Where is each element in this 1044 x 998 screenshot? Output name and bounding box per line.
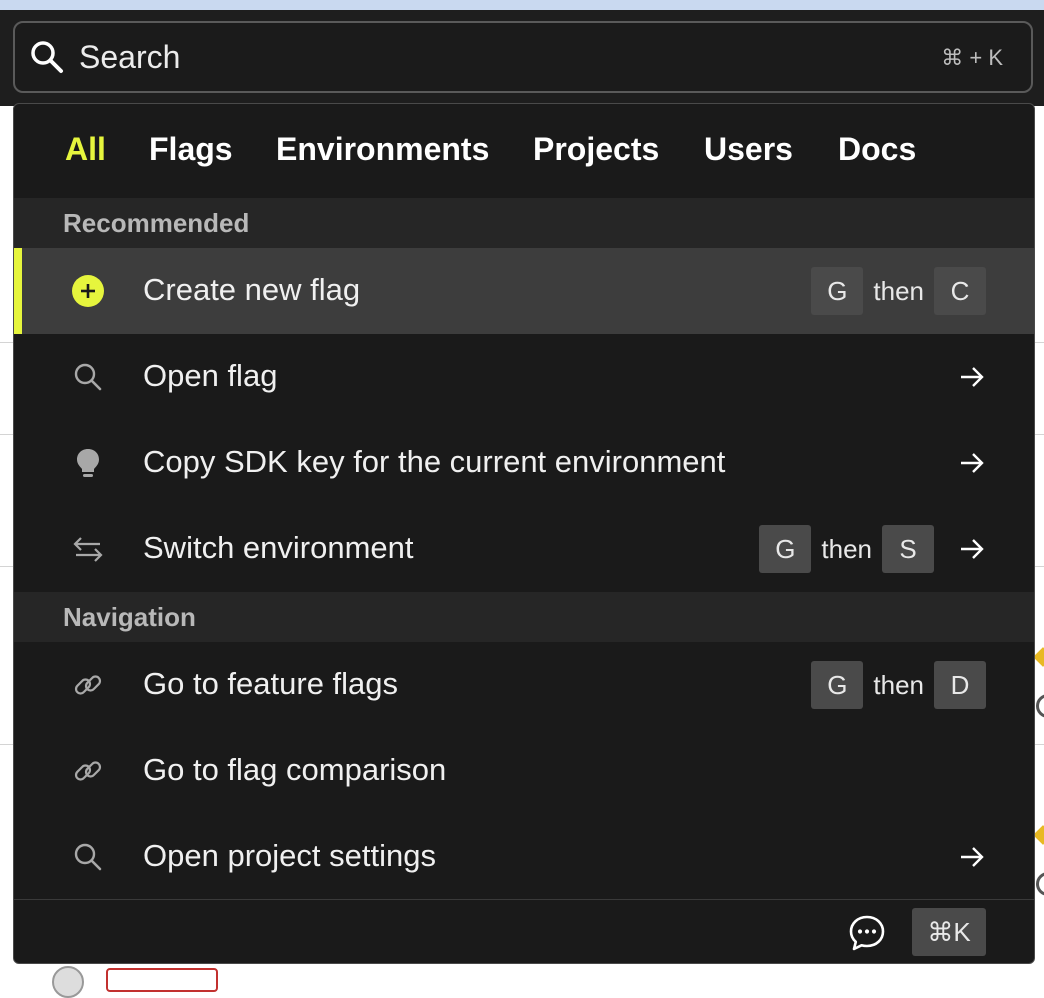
command-open-project-settings[interactable]: Open project settings [14, 814, 1034, 900]
search-icon [74, 363, 102, 391]
search-input[interactable] [79, 35, 879, 79]
command-label: Create new flag [143, 272, 361, 307]
keyboard-shortcut: G then S [759, 525, 934, 573]
shortcut-then: then [821, 533, 872, 564]
background-toggle [1036, 694, 1044, 718]
command-copy-sdk-key[interactable]: Copy SDK key for the current environment [14, 420, 1034, 506]
chat-bubble-icon[interactable] [848, 914, 886, 952]
background-toggle [1036, 872, 1044, 896]
tab-all[interactable]: All [65, 131, 106, 168]
command-open-flag[interactable]: Open flag [14, 334, 1034, 420]
shortcut-key: D [934, 661, 986, 709]
shortcut-then: then [873, 275, 924, 306]
shortcut-key: G [759, 525, 812, 573]
keyboard-shortcut: G then D [811, 661, 986, 709]
arrow-right-icon [961, 367, 984, 387]
tab-environments[interactable]: Environments [276, 131, 489, 168]
shortcut-key: G [811, 661, 864, 709]
command-label: Open project settings [143, 838, 436, 873]
link-icon [74, 675, 102, 695]
command-label: Switch environment [143, 530, 414, 565]
search-shortcut-hint: ⌘ + K [941, 45, 1003, 70]
command-palette: All Flags Environments Projects Users Do… [13, 103, 1035, 964]
filter-tabs: All Flags Environments Projects Users Do… [14, 104, 1034, 198]
arrow-right-icon [961, 847, 984, 867]
search-icon [74, 843, 102, 871]
arrow-right-icon [961, 453, 984, 473]
background-top-strip [0, 0, 1044, 10]
shortcut-then: then [873, 669, 924, 700]
command-go-to-feature-flags[interactable]: Go to feature flags G then D [14, 642, 1034, 728]
link-icon [74, 761, 102, 781]
shortcut-key: S [882, 525, 934, 573]
shortcut-key: C [934, 267, 986, 315]
plus-circle-icon [72, 275, 104, 307]
section-header-navigation: Navigation [14, 592, 1034, 642]
search-bar[interactable]: ⌘ + K [13, 21, 1033, 93]
tab-users[interactable]: Users [704, 131, 793, 168]
command-label: Go to feature flags [143, 666, 399, 701]
tab-flags[interactable]: Flags [149, 131, 233, 168]
shortcut-key: G [811, 267, 864, 315]
command-switch-environment[interactable]: Switch environment G then S [14, 506, 1034, 592]
command-create-new-flag[interactable]: Create new flag G then C [14, 248, 1034, 334]
arrow-right-icon [961, 539, 984, 559]
lightbulb-icon [77, 449, 99, 477]
background-badge [106, 968, 218, 992]
tab-docs[interactable]: Docs [838, 131, 916, 168]
search-icon [31, 41, 63, 73]
palette-footer: ⌘K [14, 899, 1034, 963]
section-header-recommended: Recommended [14, 198, 1034, 248]
keyboard-shortcut: G then C [811, 267, 986, 315]
section-title: Recommended [63, 208, 250, 238]
command-label: Open flag [143, 358, 278, 393]
tab-projects[interactable]: Projects [533, 131, 659, 168]
command-label: Go to flag comparison [143, 752, 447, 787]
command-label: Copy SDK key for the current environment [143, 444, 726, 479]
keyboard-shortcut-button[interactable]: ⌘K [912, 908, 986, 956]
command-go-to-flag-comparison[interactable]: Go to flag comparison [14, 728, 1034, 814]
section-title: Navigation [63, 602, 196, 632]
switch-arrows-icon [73, 537, 103, 562]
background-avatar [52, 966, 84, 998]
